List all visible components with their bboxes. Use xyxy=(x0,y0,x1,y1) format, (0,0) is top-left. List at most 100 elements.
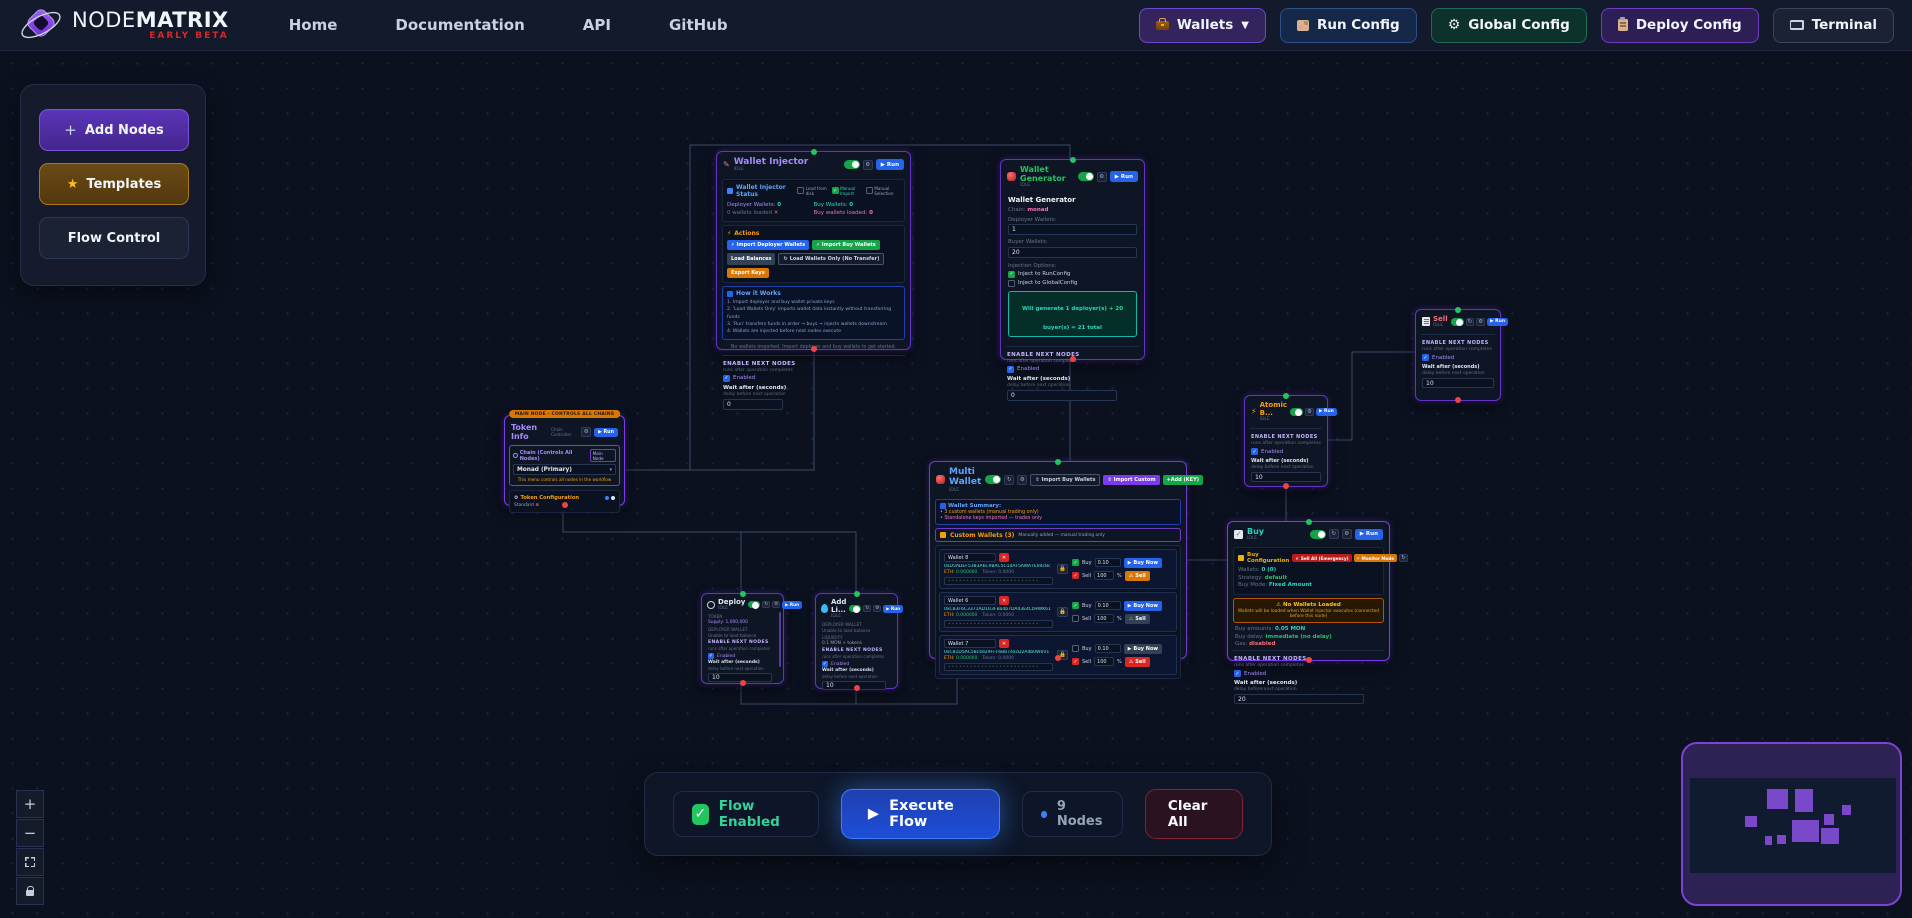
refresh-icon[interactable]: ↻ xyxy=(1466,318,1475,326)
output-handle[interactable] xyxy=(740,680,746,686)
output-handle[interactable] xyxy=(1055,655,1061,661)
gear-icon[interactable]: ⚙ xyxy=(1342,529,1352,539)
wallets-dropdown-button[interactable]: Wallets ▼ xyxy=(1139,8,1266,43)
node-atomic-bundle[interactable]: ⚡ Atomic B... IDLE ⚙ ▶ Run ENABLE NEXT N… xyxy=(1244,395,1328,487)
node-deploy[interactable]: Deploy IDLE ↻ ⚙ ▶ Run TOKEN Supply: 1,00… xyxy=(701,593,784,684)
add-nodes-button[interactable]: + Add Nodes xyxy=(39,109,189,151)
import-custom-button[interactable]: ⇧Import Custom xyxy=(1103,475,1159,485)
buyer-wallets-input[interactable] xyxy=(1008,247,1137,258)
gear-icon[interactable]: ⚙ xyxy=(1305,408,1314,416)
wallet-name-input[interactable] xyxy=(944,553,996,562)
buy-amount-input[interactable] xyxy=(1095,558,1121,567)
enabled-toggle[interactable] xyxy=(849,605,861,612)
run-button[interactable]: ▶ Run xyxy=(782,601,802,609)
refresh-icon[interactable]: ↻ xyxy=(1004,475,1014,485)
refresh-icon[interactable]: ↻ xyxy=(1399,554,1408,562)
load-balances-button[interactable]: Load Balances xyxy=(727,253,775,265)
enabled-toggle[interactable] xyxy=(1451,318,1464,326)
wallet-name-input[interactable] xyxy=(944,639,996,648)
output-handle[interactable] xyxy=(1306,657,1312,663)
remove-wallet-button[interactable]: ✕ xyxy=(999,639,1009,648)
run-button[interactable]: ▶ Run xyxy=(1487,318,1508,326)
enabled-toggle[interactable] xyxy=(1078,172,1094,181)
inject-runconfig-checkbox[interactable]: ✓ xyxy=(1008,271,1015,278)
input-handle[interactable] xyxy=(740,591,746,597)
enabled-checkbox[interactable]: ✓ xyxy=(1234,670,1241,677)
import-deployer-wallets-button[interactable]: ⚡Import Deployer Wallets xyxy=(727,240,809,250)
gear-icon[interactable]: ⚙ xyxy=(1097,172,1107,182)
refresh-icon[interactable]: ↻ xyxy=(762,601,770,608)
run-button[interactable]: ▶ Run xyxy=(876,159,904,170)
clear-all-button[interactable]: Clear All xyxy=(1145,789,1243,839)
flow-control-button[interactable]: Flow Control xyxy=(39,217,189,259)
lock-icon[interactable]: 🔒 xyxy=(1057,607,1068,617)
execute-flow-button[interactable]: ▶ Execute Flow xyxy=(841,789,1000,839)
load-wallets-only-button[interactable]: ↻Load Wallets Only (No Transfer) xyxy=(778,253,884,265)
flow-enabled-checkbox[interactable]: ✓ xyxy=(692,804,709,825)
buy-checkbox[interactable] xyxy=(1072,645,1079,652)
manual-selection-checkbox[interactable] xyxy=(866,187,873,194)
lock-icon[interactable]: 🔒 xyxy=(1057,564,1068,574)
input-handle[interactable] xyxy=(1283,393,1289,399)
nav-link-documentation[interactable]: Documentation xyxy=(395,16,524,34)
run-button[interactable]: ▶ Run xyxy=(883,605,903,613)
node-token-info[interactable]: MAIN NODE - CONTROLS ALL CHAINS Token In… xyxy=(504,415,625,506)
run-button[interactable]: ▶ Run xyxy=(1110,171,1138,182)
sell-percent-input[interactable] xyxy=(1094,657,1114,666)
buy-now-button[interactable]: ▶ Buy Now xyxy=(1124,558,1162,568)
buy-checkbox[interactable]: ✓ xyxy=(1072,559,1079,566)
monitor-mode-button[interactable]: ⚡ Monitor Mode xyxy=(1354,554,1398,562)
sell-checkbox[interactable]: ✓ xyxy=(1072,572,1079,579)
enabled-checkbox[interactable]: ✓ xyxy=(708,653,714,659)
enabled-toggle[interactable] xyxy=(748,601,760,608)
sell-button[interactable]: ⚠ Sell xyxy=(1125,571,1150,581)
sell-percent-input[interactable] xyxy=(1094,614,1114,623)
remove-wallet-button[interactable]: ✕ xyxy=(999,596,1009,605)
manual-import-checkbox[interactable]: ✓ xyxy=(832,187,839,194)
enabled-toggle[interactable] xyxy=(985,475,1001,484)
input-handle[interactable] xyxy=(1306,519,1312,525)
nav-link-api[interactable]: API xyxy=(583,16,611,34)
wait-seconds-input[interactable] xyxy=(1234,694,1364,704)
templates-button[interactable]: ★ Templates xyxy=(39,163,189,205)
input-handle[interactable] xyxy=(811,149,817,155)
zoom-in-button[interactable]: + xyxy=(16,790,44,818)
fit-view-button[interactable] xyxy=(16,848,44,876)
refresh-icon[interactable]: ↻ xyxy=(1329,529,1339,539)
refresh-icon[interactable]: ↻ xyxy=(863,605,871,612)
buy-checkbox[interactable]: ✓ xyxy=(1072,602,1079,609)
gear-icon[interactable]: ⚙ xyxy=(1017,475,1027,485)
gear-icon[interactable]: ⚙ xyxy=(863,160,873,170)
sell-all-emergency-button[interactable]: ✕ Sell All (Emergency) xyxy=(1292,554,1351,562)
enabled-toggle[interactable] xyxy=(1310,530,1326,539)
deploy-config-button[interactable]: Deploy Config xyxy=(1601,8,1759,43)
sell-checkbox[interactable]: ✓ xyxy=(1072,658,1079,665)
sell-checkbox[interactable] xyxy=(1072,615,1079,622)
enabled-checkbox[interactable]: ✓ xyxy=(822,661,828,667)
nav-link-home[interactable]: Home xyxy=(289,16,338,34)
scrollbar[interactable] xyxy=(779,612,782,667)
flow-enabled-chip[interactable]: ✓ Flow Enabled xyxy=(673,791,819,837)
lock-button[interactable] xyxy=(16,877,44,905)
wait-seconds-input[interactable] xyxy=(1007,390,1117,401)
sell-percent-input[interactable] xyxy=(1094,571,1114,580)
global-config-button[interactable]: ⚙ Global Config xyxy=(1431,8,1587,43)
load-from-disk-checkbox[interactable] xyxy=(797,187,804,194)
node-wallet-injector[interactable]: ✎ Wallet Injector IDLE ⚙ ▶ Run Wallet In… xyxy=(716,151,911,350)
node-buy[interactable]: ✓ Buy IDLE ↻ ⚙ ▶ Run Buy Configuration ✕… xyxy=(1227,521,1390,661)
buy-now-button[interactable]: ▶ Buy Now xyxy=(1124,644,1162,654)
output-handle[interactable] xyxy=(1283,483,1289,489)
input-handle[interactable] xyxy=(1055,459,1061,465)
run-button[interactable]: ▶ Run xyxy=(1355,529,1383,540)
remove-wallet-button[interactable]: ✕ xyxy=(999,553,1009,562)
input-handle[interactable] xyxy=(854,591,860,597)
node-sell[interactable]: Sell IDLE ↻ ⚙ ▶ Run ENABLE NEXT NODES ru… xyxy=(1415,309,1501,401)
enabled-checkbox[interactable]: ✓ xyxy=(1251,448,1258,455)
run-button[interactable]: ▶ Run xyxy=(1316,408,1337,416)
run-config-button[interactable]: Run Config xyxy=(1280,8,1417,43)
deployer-wallets-input[interactable] xyxy=(1008,224,1137,235)
add-key-button[interactable]: +Add (KEY) xyxy=(1163,475,1203,485)
zoom-out-button[interactable]: − xyxy=(16,819,44,847)
node-wallet-generator[interactable]: Wallet Generator IDLE ⚙ ▶ Run Wallet Gen… xyxy=(1000,159,1145,360)
wait-seconds-input[interactable] xyxy=(723,399,783,410)
